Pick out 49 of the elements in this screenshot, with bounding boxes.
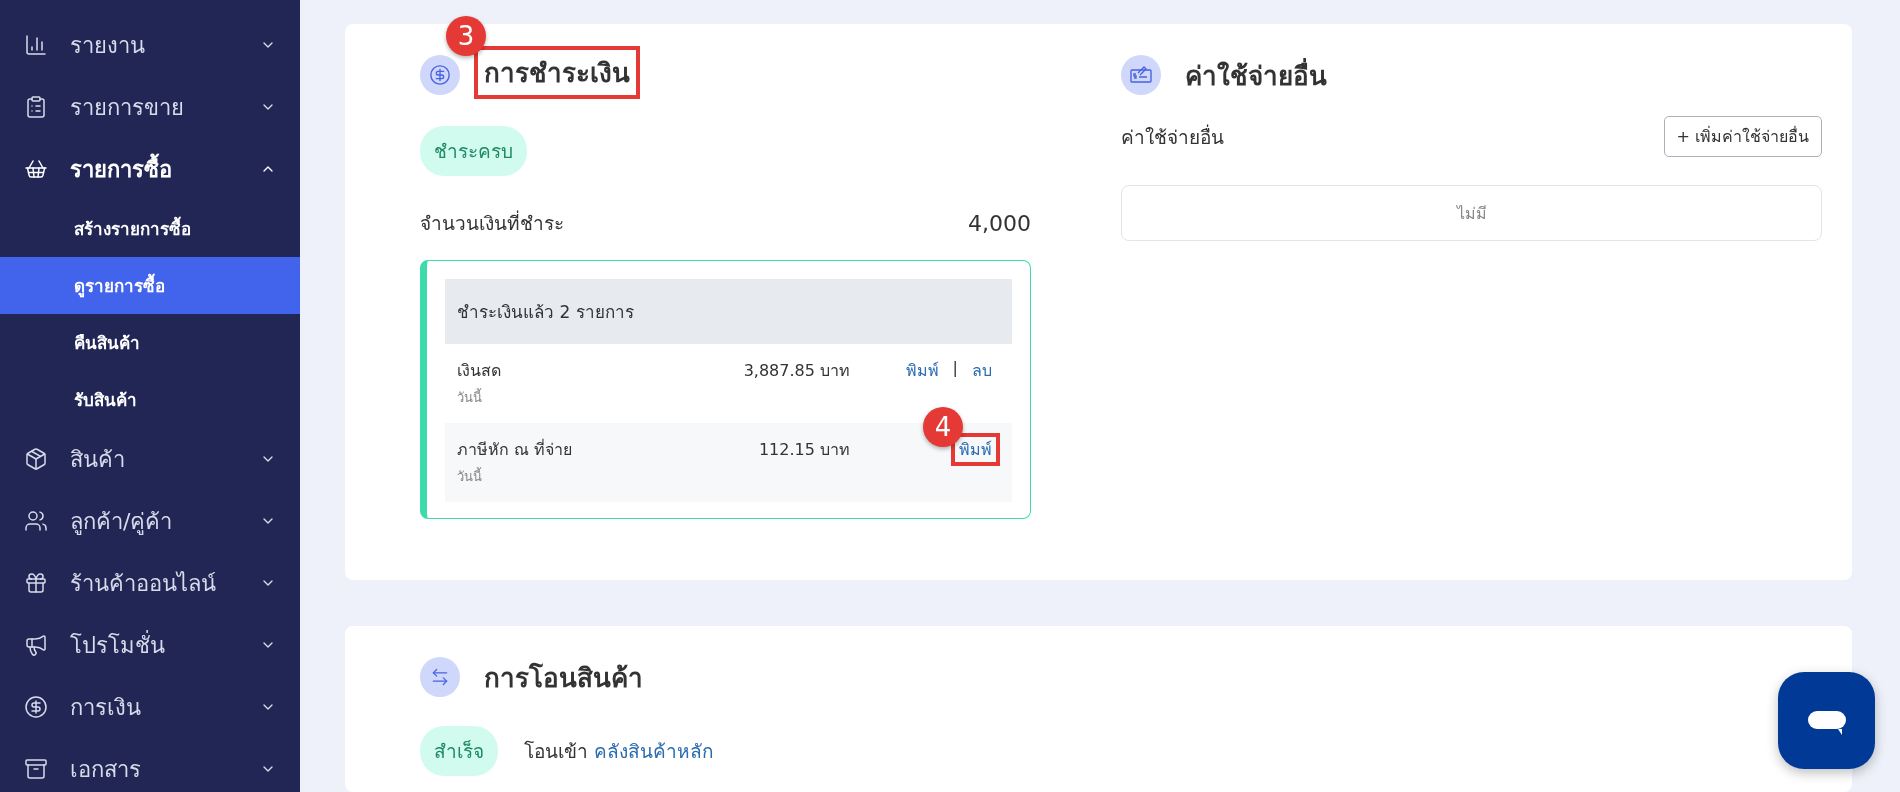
menu-item-icon (24, 509, 48, 533)
section-title: ค่าใช้จ่ายอื่น (1184, 57, 1328, 93)
check-icon (1121, 55, 1161, 95)
chat-button[interactable] (1778, 672, 1875, 769)
status-badge: สำเร็จ (420, 726, 498, 776)
amount-value: 4,000 (968, 210, 1031, 236)
payment-method: ภาษีหัก ณ ที่จ่าย (457, 438, 574, 461)
menu-item-icon (24, 447, 48, 471)
sidebar-subitem[interactable]: รับสินค้า (0, 371, 300, 428)
sidebar-item[interactable]: รายการซื้อ (0, 138, 300, 200)
sidebar-subitem[interactable]: ดูรายการซื้อ (0, 257, 300, 314)
payment-amount: 3,887.85 บาท (742, 360, 850, 382)
transfer-text: โอนเข้า คลังสินค้าหลัก (524, 739, 715, 764)
payment-date: วันนี้ (457, 387, 483, 407)
separator-text: | (952, 358, 958, 377)
sidebar-item[interactable]: สินค้า (0, 428, 300, 490)
sidebar-item[interactable]: รายงาน (0, 14, 300, 76)
sidebar-item[interactable]: ร้านค้าออนไลน์ (0, 552, 300, 614)
menu-item-icon (24, 33, 48, 57)
status-badge: ชำระครบ (420, 126, 527, 176)
delete-link[interactable]: ลบ (964, 354, 1000, 387)
menu-item-icon (24, 633, 48, 657)
sidebar-item[interactable]: ลูกค้า/คู่ค้า (0, 490, 300, 552)
sidebar-item[interactable]: เอกสาร (0, 738, 300, 792)
sidebar-item[interactable]: รายการขาย (0, 76, 300, 138)
field-label: ค่าใช้จ่ายอื่น (1121, 123, 1224, 150)
menu-item-icon (24, 571, 48, 595)
step-badge: 3 (446, 16, 486, 56)
payment-amount: 112.15 บาท (757, 439, 850, 461)
payment-method: เงินสด (457, 360, 502, 382)
menu-item-icon (24, 757, 48, 781)
dollar-icon (420, 55, 460, 95)
sidebar-item[interactable]: โปรโมชั่น (0, 614, 300, 676)
sidebar-subitem[interactable]: สร้างรายการซื้อ (0, 200, 300, 257)
section-title: การชำระเงิน (474, 46, 640, 99)
transfer-icon (420, 657, 460, 697)
warehouse-link[interactable]: คลังสินค้าหลัก (594, 740, 715, 762)
sidebar-subitem[interactable]: คืนสินค้า (0, 314, 300, 371)
menu-item-icon (24, 157, 48, 181)
empty-list: ไม่มี (1121, 185, 1822, 241)
payments-header: ชำระเงินแล้ว 2 รายการ (445, 279, 1012, 344)
print-link[interactable]: พิมพ์ (897, 354, 947, 387)
sidebar-item[interactable]: การเงิน (0, 676, 300, 738)
payment-date: วันนี้ (457, 466, 483, 486)
amount-label: จำนวนเงินที่ชำระ (420, 209, 564, 236)
add-expense-button[interactable]: + เพิ่มค่าใช้จ่ายอื่น (1663, 116, 1822, 157)
menu-item-icon (24, 95, 48, 119)
section-title: การโอนสินค้า (483, 661, 644, 695)
menu-item-icon (24, 695, 48, 719)
